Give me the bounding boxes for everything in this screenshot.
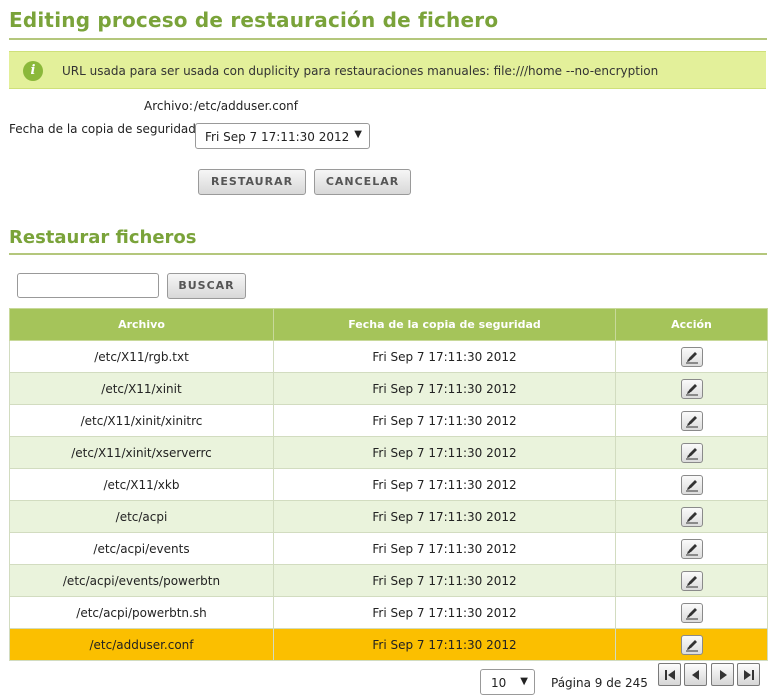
cancel-button[interactable]: CANCELAR bbox=[314, 169, 411, 195]
cell-accion bbox=[615, 500, 768, 533]
table-row[interactable]: /etc/acpi Fri Sep 7 17:11:30 2012 bbox=[9, 500, 768, 533]
cell-archivo: /etc/acpi/powerbtn.sh bbox=[9, 596, 274, 629]
table-row[interactable]: /etc/adduser.conf Fri Sep 7 17:11:30 2012 bbox=[9, 628, 768, 661]
edit-button[interactable] bbox=[680, 378, 703, 399]
table-row[interactable]: /etc/X11/xkb Fri Sep 7 17:11:30 2012 bbox=[9, 468, 768, 501]
cell-accion bbox=[615, 468, 768, 501]
cell-archivo: /etc/acpi bbox=[9, 500, 274, 533]
cell-archivo: /etc/acpi/events/powerbtn bbox=[9, 564, 274, 597]
pencil-icon bbox=[685, 447, 698, 459]
table-row[interactable]: /etc/X11/rgb.txt Fri Sep 7 17:11:30 2012 bbox=[9, 340, 768, 373]
page-info: Página 9 de 245 bbox=[551, 676, 648, 690]
edit-button[interactable] bbox=[680, 506, 703, 527]
next-page-icon bbox=[720, 670, 727, 680]
column-header-fecha[interactable]: Fecha de la copia de seguridad bbox=[273, 308, 616, 341]
page-title: Editing proceso de restauración de fiche… bbox=[9, 8, 499, 32]
page-size-value: 10 bbox=[491, 676, 507, 690]
pencil-icon bbox=[685, 511, 698, 523]
table-row[interactable]: /etc/acpi/events Fri Sep 7 17:11:30 2012 bbox=[9, 532, 768, 565]
table-row[interactable]: /etc/X11/xinit/xserverrc Fri Sep 7 17:11:… bbox=[9, 436, 768, 469]
cell-fecha: Fri Sep 7 17:11:30 2012 bbox=[273, 596, 616, 629]
pencil-icon bbox=[685, 415, 698, 427]
table-row[interactable]: /etc/X11/xinit Fri Sep 7 17:11:30 2012 bbox=[9, 372, 768, 405]
cell-fecha: Fri Sep 7 17:11:30 2012 bbox=[273, 500, 616, 533]
first-page-icon bbox=[665, 670, 675, 680]
pencil-icon bbox=[685, 575, 698, 587]
chevron-down-icon: ▼ bbox=[520, 676, 528, 687]
pencil-icon bbox=[685, 351, 698, 363]
edit-button[interactable] bbox=[680, 538, 703, 559]
info-banner: i URL usada para ser usada con duplicity… bbox=[9, 51, 766, 89]
cell-accion bbox=[615, 596, 768, 629]
fecha-select-value: Fri Sep 7 17:11:30 2012 bbox=[205, 130, 350, 144]
info-icon: i bbox=[23, 61, 43, 81]
archivo-label: Archivo: bbox=[144, 99, 193, 113]
cell-fecha: Fri Sep 7 17:11:30 2012 bbox=[273, 532, 616, 565]
previous-page-icon bbox=[692, 670, 699, 680]
next-page-button[interactable] bbox=[711, 663, 734, 686]
pencil-icon bbox=[685, 383, 698, 395]
cell-archivo: /etc/X11/xinit/xinitrc bbox=[9, 404, 274, 437]
pencil-icon bbox=[685, 479, 698, 491]
cell-accion bbox=[615, 532, 768, 565]
cell-archivo: /etc/X11/rgb.txt bbox=[9, 340, 274, 373]
pencil-icon bbox=[685, 607, 698, 619]
last-page-icon bbox=[744, 670, 754, 680]
pencil-icon bbox=[685, 543, 698, 555]
archivo-value: /etc/adduser.conf bbox=[194, 99, 299, 113]
cell-fecha: Fri Sep 7 17:11:30 2012 bbox=[273, 468, 616, 501]
cell-accion bbox=[615, 340, 768, 373]
edit-button[interactable] bbox=[680, 602, 703, 623]
edit-button[interactable] bbox=[680, 570, 703, 591]
edit-button[interactable] bbox=[680, 346, 703, 367]
files-table: Archivo Fecha de la copia de seguridad A… bbox=[9, 308, 768, 661]
section-divider bbox=[9, 253, 767, 255]
cell-fecha: Fri Sep 7 17:11:30 2012 bbox=[273, 404, 616, 437]
edit-button[interactable] bbox=[680, 442, 703, 463]
cell-fecha: Fri Sep 7 17:11:30 2012 bbox=[273, 564, 616, 597]
cell-accion bbox=[615, 404, 768, 437]
table-header: Archivo Fecha de la copia de seguridad A… bbox=[9, 308, 768, 341]
search-button[interactable]: BUSCAR bbox=[167, 273, 246, 299]
cell-fecha: Fri Sep 7 17:11:30 2012 bbox=[273, 340, 616, 373]
cell-archivo: /etc/acpi/events bbox=[9, 532, 274, 565]
page-size-select[interactable]: 10 ▼ bbox=[480, 669, 535, 695]
table-row[interactable]: /etc/X11/xinit/xinitrc Fri Sep 7 17:11:30… bbox=[9, 404, 768, 437]
edit-button[interactable] bbox=[680, 474, 703, 495]
column-header-accion: Acción bbox=[615, 308, 768, 341]
table-row[interactable]: /etc/acpi/powerbtn.sh Fri Sep 7 17:11:30 … bbox=[9, 596, 768, 629]
cell-fecha: Fri Sep 7 17:11:30 2012 bbox=[273, 372, 616, 405]
edit-button[interactable] bbox=[680, 634, 703, 655]
fecha-label: Fecha de la copia de seguridad: bbox=[9, 122, 200, 136]
cell-archivo: /etc/X11/xinit bbox=[9, 372, 274, 405]
cell-fecha: Fri Sep 7 17:11:30 2012 bbox=[273, 436, 616, 469]
section-title: Restaurar ficheros bbox=[9, 227, 197, 248]
previous-page-button[interactable] bbox=[684, 663, 707, 686]
cell-accion bbox=[615, 564, 768, 597]
cell-archivo: /etc/X11/xinit/xserverrc bbox=[9, 436, 274, 469]
cell-fecha: Fri Sep 7 17:11:30 2012 bbox=[273, 628, 616, 661]
fecha-select[interactable]: Fri Sep 7 17:11:30 2012 ▼ bbox=[195, 123, 370, 149]
restore-button[interactable]: RESTAURAR bbox=[198, 169, 306, 195]
pencil-icon bbox=[685, 639, 698, 651]
cell-archivo: /etc/X11/xkb bbox=[9, 468, 274, 501]
cell-accion bbox=[615, 436, 768, 469]
chevron-down-icon: ▼ bbox=[354, 129, 362, 140]
cell-accion bbox=[615, 628, 768, 661]
column-header-archivo[interactable]: Archivo bbox=[9, 308, 274, 341]
info-message: URL usada para ser usada con duplicity p… bbox=[62, 64, 659, 78]
title-divider bbox=[9, 38, 767, 40]
first-page-button[interactable] bbox=[658, 663, 681, 686]
edit-button[interactable] bbox=[680, 410, 703, 431]
last-page-button[interactable] bbox=[737, 663, 760, 686]
table-row[interactable]: /etc/acpi/events/powerbtn Fri Sep 7 17:11… bbox=[9, 564, 768, 597]
cell-accion bbox=[615, 372, 768, 405]
cell-archivo: /etc/adduser.conf bbox=[9, 628, 274, 661]
search-input[interactable] bbox=[17, 273, 159, 298]
